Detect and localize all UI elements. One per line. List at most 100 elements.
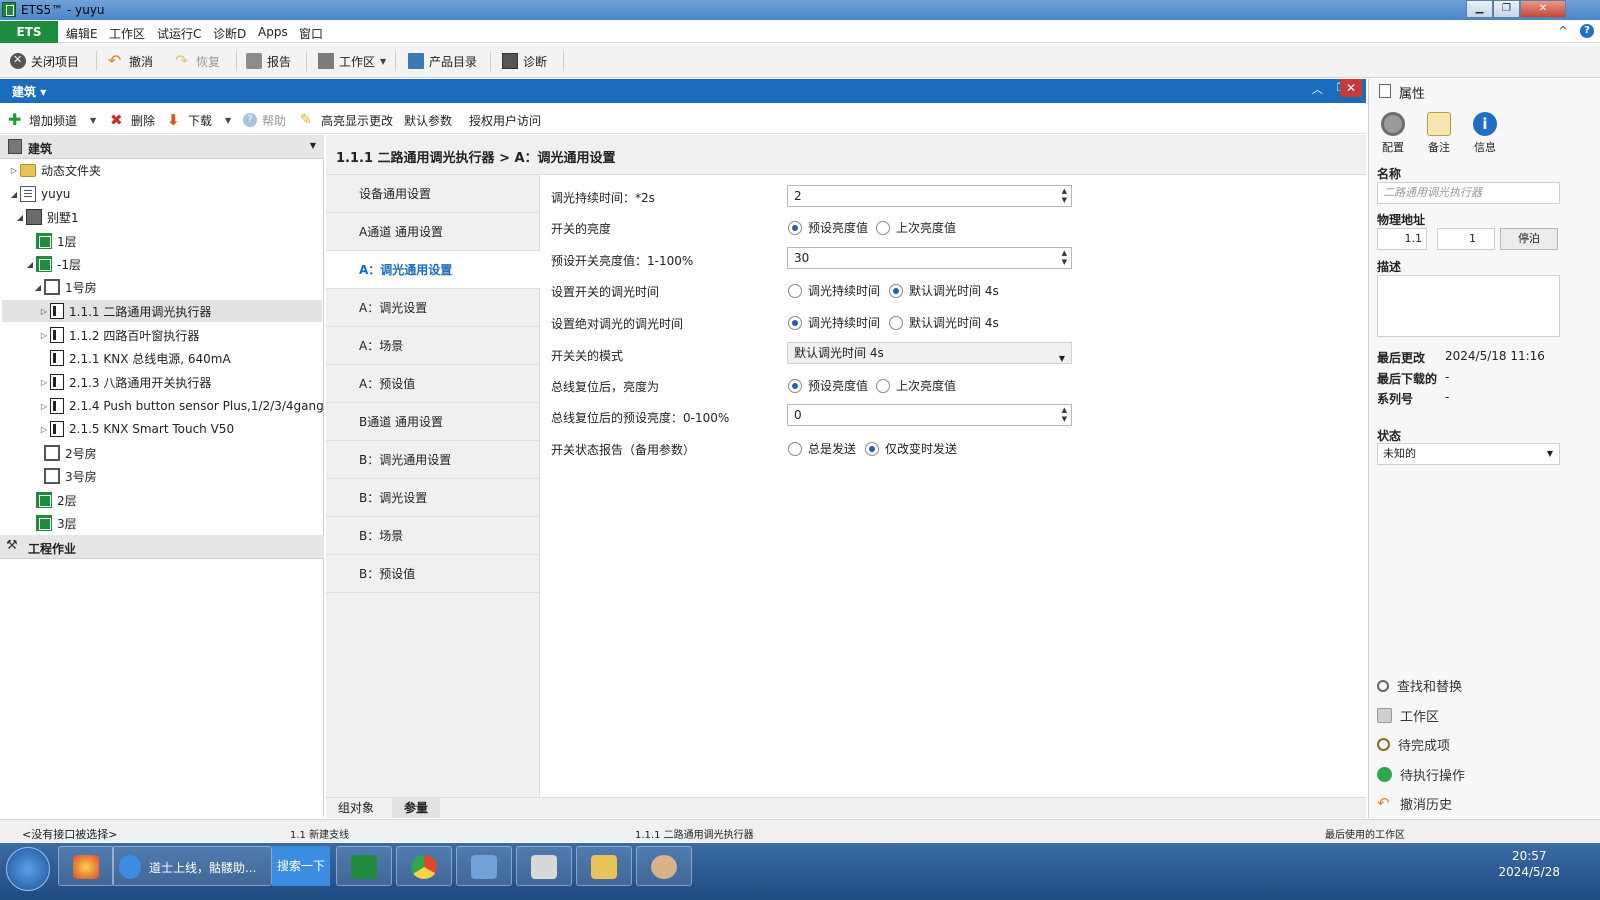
expand-icon[interactable]: ▷ xyxy=(38,307,50,316)
preset-brightness-input[interactable]: 30 ▲ ▼ xyxy=(787,247,1072,269)
radio-send-on-change[interactable]: 仅改变时发送 xyxy=(865,440,957,457)
tree-item-floor[interactable]: 2层 xyxy=(24,489,77,511)
category-item[interactable]: B：预设值 xyxy=(326,555,539,593)
collapse-ribbon-icon[interactable]: ^ xyxy=(1558,24,1568,38)
radio-default-dim-time[interactable]: 默认调光时间 4s xyxy=(889,314,999,331)
expand-icon[interactable]: ▷ xyxy=(38,402,50,411)
tree-item-room[interactable]: ◢ 1号房 xyxy=(32,276,97,298)
category-item[interactable]: A：场景 xyxy=(326,327,539,365)
download-button[interactable]: ⬇ 下载 ▼ xyxy=(167,109,231,131)
undo-button[interactable]: ↶ 撤消 xyxy=(108,50,153,72)
tree-item-device[interactable]: ▷ 1.1.2 四路百叶窗执行器 xyxy=(38,324,199,346)
dim-duration-input[interactable]: 2 ▲ ▼ xyxy=(787,185,1072,207)
dropdown-arrow-icon[interactable]: ▼ xyxy=(310,141,316,150)
tab-parameters[interactable]: 参量 xyxy=(392,798,441,818)
radio-last-brightness[interactable]: 上次亮度值 xyxy=(876,377,956,394)
maximize-button[interactable]: ❐ xyxy=(1493,0,1520,18)
radio-dim-duration[interactable]: 调光持续时间 xyxy=(788,314,880,331)
find-replace-link[interactable]: 查找和替换 xyxy=(1377,676,1462,695)
workspace-link[interactable]: 工作区 xyxy=(1377,706,1439,725)
collapse-icon[interactable]: ◢ xyxy=(14,213,26,222)
park-button[interactable]: 停泊 xyxy=(1500,228,1558,250)
spinner-arrows-icon[interactable]: ▲ ▼ xyxy=(1062,406,1067,424)
category-item[interactable]: 设备通用设置 xyxy=(326,175,539,213)
workspace-status[interactable]: 最后使用的工作区 xyxy=(1325,826,1405,841)
help-button[interactable]: ? 帮助 xyxy=(243,109,286,131)
tree-item-dynamic-folder[interactable]: ▷ 动态文件夹 xyxy=(8,159,101,181)
diagnostics-button[interactable]: 诊断 xyxy=(502,50,547,72)
name-field[interactable]: 二路通用调光执行器 xyxy=(1377,182,1560,204)
chevron-right-icon[interactable]: › xyxy=(1399,82,1595,97)
ets-menu-button[interactable]: ETS xyxy=(0,21,58,43)
tree-header-building[interactable]: 建筑 ▼ xyxy=(0,135,324,159)
menu-apps[interactable]: Apps xyxy=(258,25,288,39)
tree-item-device[interactable]: 2.1.1 KNX 总线电源, 640mA xyxy=(38,347,231,369)
undo-history-link[interactable]: ↶ 撤消历史 xyxy=(1377,794,1452,814)
dropdown-arrow-icon[interactable]: ▼ xyxy=(90,116,96,125)
workspace-button[interactable]: 工作区 ▼ xyxy=(318,50,386,72)
catalog-button[interactable]: 产品目录 xyxy=(408,50,477,72)
taskbar-app-explorer[interactable] xyxy=(576,846,632,886)
expand-icon[interactable]: ▷ xyxy=(38,331,50,340)
description-field[interactable] xyxy=(1377,275,1560,337)
category-item[interactable]: B：场景 xyxy=(326,517,539,555)
close-project-button[interactable]: 关闭项目 xyxy=(10,50,79,72)
taskbar-app-paint[interactable] xyxy=(636,846,692,886)
pending-ops-link[interactable]: 待执行操作 xyxy=(1377,765,1465,784)
authorize-access-button[interactable]: 授权用户访问 xyxy=(469,109,541,131)
taskbar-clock[interactable]: 20:57 2024/5/28 xyxy=(1498,848,1560,880)
taskbar-app-ets[interactable] xyxy=(336,846,392,886)
tree-item-device[interactable]: ▷ 2.1.3 八路通用开关执行器 xyxy=(38,371,211,393)
building-panel-title[interactable]: 建筑 ▾ xyxy=(12,83,46,100)
tree-item-building[interactable]: ◢ 别墅1 xyxy=(14,206,79,228)
dropdown-arrow-icon[interactable]: ▼ xyxy=(225,116,231,125)
switch-mode-select[interactable]: 默认调光时间 4s ▼ xyxy=(787,342,1072,364)
interface-status[interactable]: <没有接口被选择> xyxy=(22,826,117,842)
collapse-icon[interactable]: ◢ xyxy=(8,190,20,199)
tree-header-work[interactable]: ⚒ 工程作业 xyxy=(0,535,324,559)
spinner-arrows-icon[interactable]: ▲ ▼ xyxy=(1062,249,1067,267)
tab-config[interactable]: 配置 xyxy=(1371,112,1415,155)
spinner-arrows-icon[interactable]: ▲ ▼ xyxy=(1062,187,1067,205)
tree-item-device[interactable]: ▷ 2.1.4 Push button sensor Plus,1/2/3/4g… xyxy=(38,395,324,417)
menu-commissioning[interactable]: 试运行C xyxy=(157,25,201,42)
tree-item-floor[interactable]: 3层 xyxy=(24,512,77,534)
collapse-icon[interactable]: ◢ xyxy=(24,260,36,269)
collapse-icon[interactable]: ◢ xyxy=(32,283,44,292)
tree-item-room[interactable]: 2号房 xyxy=(32,442,97,464)
default-params-button[interactable]: 默认参数 xyxy=(404,109,452,131)
expand-icon[interactable]: ▷ xyxy=(38,378,50,387)
radio-last-brightness[interactable]: 上次亮度值 xyxy=(876,219,956,236)
category-item[interactable]: B通道 通用设置 xyxy=(326,403,539,441)
tree-item-floor[interactable]: ◢ -1层 xyxy=(24,253,81,275)
category-item[interactable]: A：预设值 xyxy=(326,365,539,403)
report-button[interactable]: 报告 xyxy=(246,50,291,72)
menu-workspace[interactable]: 工作区 xyxy=(109,25,145,42)
radio-preset-brightness[interactable]: 预设亮度值 xyxy=(788,219,868,236)
category-item-active[interactable]: A：调光通用设置 xyxy=(326,251,540,289)
taskbar-app-photos[interactable] xyxy=(58,846,114,886)
tree-item-device[interactable]: ▷ 2.1.5 KNX Smart Touch V50 xyxy=(38,418,234,440)
menu-edit[interactable]: 编辑E xyxy=(66,25,98,42)
taskbar-app-chrome[interactable] xyxy=(396,846,452,886)
panel-collapse-icon[interactable]: ︿ xyxy=(1312,81,1323,97)
tree-item-room[interactable]: 3号房 xyxy=(32,465,97,487)
taskbar-app-browser[interactable]: 道士上线，骷髅助... xyxy=(112,846,272,886)
start-button[interactable] xyxy=(6,847,50,891)
taskbar-app-network[interactable] xyxy=(456,846,512,886)
radio-preset-brightness[interactable]: 预设亮度值 xyxy=(788,377,868,394)
bus-reset-brightness-input[interactable]: 0 ▲ ▼ xyxy=(787,404,1072,426)
category-item[interactable]: A：调光设置 xyxy=(326,289,539,327)
radio-dim-duration[interactable]: 调光持续时间 xyxy=(788,282,880,299)
tree-item-project[interactable]: ◢ yuyu xyxy=(8,183,70,205)
todo-link[interactable]: 待完成项 xyxy=(1377,735,1450,754)
tab-group-objects[interactable]: 组对象 xyxy=(326,798,386,818)
tab-info[interactable]: i 信息 xyxy=(1463,112,1507,155)
minimize-button[interactable]: ▁ xyxy=(1466,0,1493,18)
radio-always-send[interactable]: 总是发送 xyxy=(788,440,856,457)
highlight-changes-button[interactable]: ✎ 高亮显示更改 xyxy=(300,109,393,131)
state-select[interactable]: 未知的 ▼ xyxy=(1377,443,1560,465)
expand-icon[interactable]: ▷ xyxy=(38,425,50,434)
category-item[interactable]: A通道 通用设置 xyxy=(326,213,539,251)
taskbar-app-snip[interactable] xyxy=(516,846,572,886)
